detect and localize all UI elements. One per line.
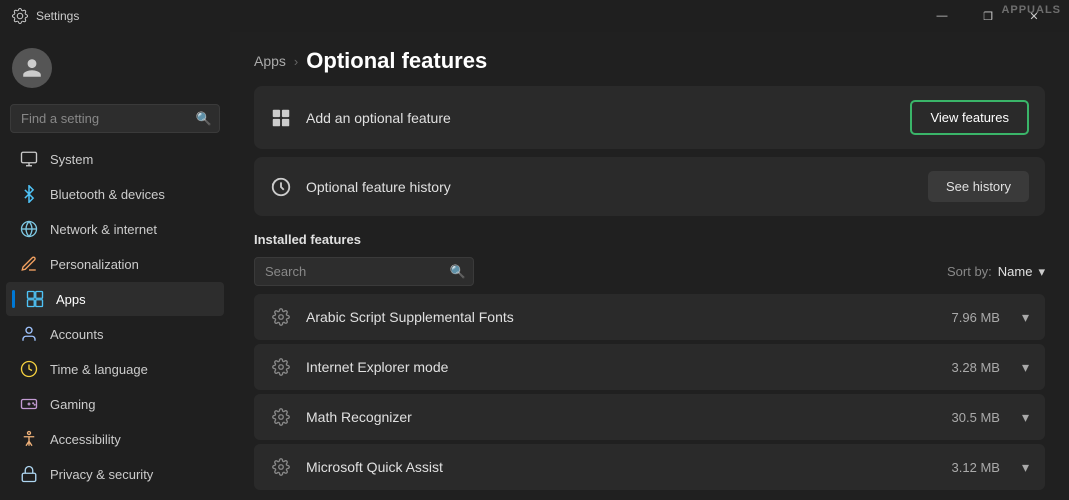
expand-chevron-icon: ▾: [1022, 409, 1029, 426]
sidebar-search-icon: 🔍: [196, 111, 212, 127]
app-body: 🔍 System Bluetooth & devices Network & i…: [0, 32, 1069, 500]
add-feature-card: Add an optional feature View features: [254, 86, 1045, 149]
sidebar-item-label: Bluetooth & devices: [50, 187, 165, 202]
feature-size: 3.28 MB: [952, 360, 1000, 375]
sort-chevron-icon: ▾: [1038, 264, 1045, 280]
settings-icon: [12, 8, 28, 24]
feature-item[interactable]: Internet Explorer mode 3.28 MB ▾: [254, 344, 1045, 390]
add-feature-icon: [270, 107, 292, 129]
minimize-button[interactable]: —: [919, 0, 965, 32]
feature-name: Math Recognizer: [306, 409, 938, 425]
sidebar-item-label: Gaming: [50, 397, 96, 412]
features-controls: 🔍 Sort by: Name ▾: [254, 257, 1045, 286]
feature-icon-0: [270, 306, 292, 328]
breadcrumb: Apps › Optional features: [230, 32, 1069, 86]
personalization-nav-icon: [20, 255, 38, 273]
sort-value: Name: [998, 264, 1033, 279]
sidebar: 🔍 System Bluetooth & devices Network & i…: [0, 32, 230, 500]
sidebar-item-personalization[interactable]: Personalization: [6, 247, 224, 281]
sidebar-item-label: Privacy & security: [50, 467, 153, 482]
watermark: APPUALS: [993, 0, 1069, 20]
sidebar-item-label: Time & language: [50, 362, 148, 377]
history-icon: [270, 176, 292, 198]
sidebar-item-apps[interactable]: Apps: [6, 282, 224, 316]
sidebar-item-label: Personalization: [50, 257, 139, 272]
sidebar-item-network[interactable]: Network & internet: [6, 212, 224, 246]
feature-list: Arabic Script Supplemental Fonts 7.96 MB…: [254, 294, 1045, 490]
sidebar-search-input[interactable]: [10, 104, 220, 133]
expand-chevron-icon: ▾: [1022, 359, 1029, 376]
breadcrumb-separator: ›: [294, 54, 298, 69]
feature-name: Arabic Script Supplemental Fonts: [306, 309, 938, 325]
sidebar-search-box[interactable]: 🔍: [10, 104, 220, 133]
expand-chevron-icon: ▾: [1022, 459, 1029, 476]
sidebar-item-label: Accessibility: [50, 432, 121, 447]
history-label: Optional feature history: [306, 179, 914, 195]
sidebar-nav: System Bluetooth & devices Network & int…: [0, 141, 230, 500]
feature-size: 7.96 MB: [952, 310, 1000, 325]
bluetooth-nav-icon: [20, 185, 38, 203]
sidebar-item-accessibility[interactable]: Accessibility: [6, 422, 224, 456]
feature-size: 3.12 MB: [952, 460, 1000, 475]
feature-item[interactable]: Math Recognizer 30.5 MB ▾: [254, 394, 1045, 440]
apps-nav-icon: [26, 290, 44, 308]
system-nav-icon: [20, 150, 38, 168]
expand-chevron-icon: ▾: [1022, 309, 1029, 326]
feature-search-box[interactable]: 🔍: [254, 257, 474, 286]
user-section: [0, 40, 230, 104]
sidebar-item-label: Network & internet: [50, 222, 157, 237]
avatar: [12, 48, 52, 88]
see-history-button[interactable]: See history: [928, 171, 1029, 202]
feature-icon-1: [270, 356, 292, 378]
page-title: Optional features: [306, 48, 487, 74]
main-panel: Apps › Optional features Add an optional…: [230, 32, 1069, 500]
feature-item[interactable]: Microsoft Quick Assist 3.12 MB ▾: [254, 444, 1045, 490]
feature-search-input[interactable]: [254, 257, 474, 286]
installed-section-label: Installed features: [254, 232, 1045, 247]
titlebar-title: Settings: [36, 9, 919, 23]
feature-size: 30.5 MB: [952, 410, 1000, 425]
sidebar-item-label: Apps: [56, 292, 86, 307]
time-nav-icon: [20, 360, 38, 378]
sort-label: Sort by:: [947, 264, 992, 279]
add-feature-label: Add an optional feature: [306, 110, 896, 126]
feature-name: Microsoft Quick Assist: [306, 459, 938, 475]
view-features-button[interactable]: View features: [910, 100, 1029, 135]
accounts-nav-icon: [20, 325, 38, 343]
sidebar-item-accounts[interactable]: Accounts: [6, 317, 224, 351]
network-nav-icon: [20, 220, 38, 238]
feature-icon-3: [270, 456, 292, 478]
active-indicator: [12, 290, 15, 308]
feature-search-icon: 🔍: [450, 264, 466, 280]
accessibility-nav-icon: [20, 430, 38, 448]
feature-name: Internet Explorer mode: [306, 359, 938, 375]
feature-item[interactable]: Arabic Script Supplemental Fonts 7.96 MB…: [254, 294, 1045, 340]
sidebar-item-gaming[interactable]: Gaming: [6, 387, 224, 421]
gaming-nav-icon: [20, 395, 38, 413]
sidebar-item-system[interactable]: System: [6, 142, 224, 176]
breadcrumb-apps[interactable]: Apps: [254, 53, 286, 69]
sidebar-item-time[interactable]: Time & language: [6, 352, 224, 386]
history-card: Optional feature history See history: [254, 157, 1045, 216]
sort-control[interactable]: Sort by: Name ▾: [947, 264, 1045, 280]
titlebar: Settings — ❐ ✕: [0, 0, 1069, 32]
content-area: Add an optional feature View features Op…: [230, 86, 1069, 500]
feature-icon-2: [270, 406, 292, 428]
sidebar-item-windows-update[interactable]: Windows Update: [6, 492, 224, 500]
privacy-nav-icon: [20, 465, 38, 483]
sidebar-item-bluetooth[interactable]: Bluetooth & devices: [6, 177, 224, 211]
sidebar-item-privacy[interactable]: Privacy & security: [6, 457, 224, 491]
sidebar-item-label: System: [50, 152, 93, 167]
sidebar-item-label: Accounts: [50, 327, 103, 342]
